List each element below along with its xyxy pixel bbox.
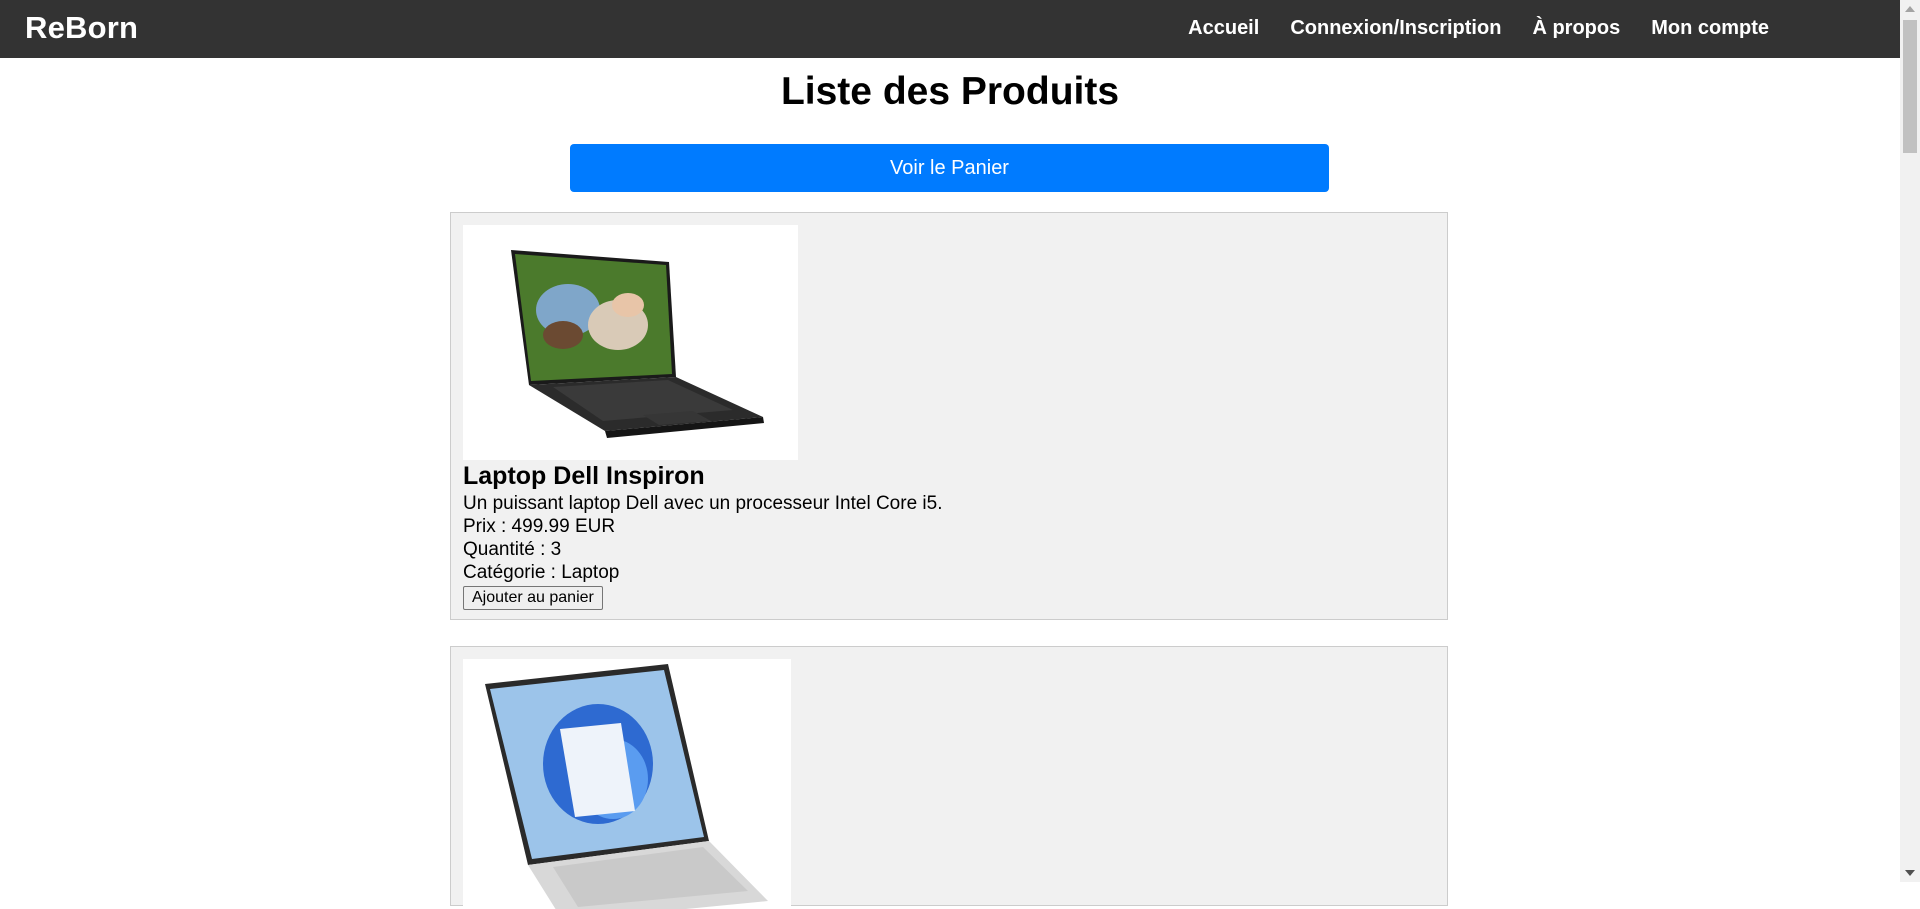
- product-price: Prix : 499.99 EUR: [463, 516, 616, 537]
- brand-logo[interactable]: ReBorn: [25, 10, 138, 46]
- nav-links: Accueil Connexion/Inscription À propos M…: [1188, 17, 1769, 40]
- view-cart-button[interactable]: Voir le Panier: [570, 144, 1329, 192]
- hp-laptop-photo: [463, 659, 791, 909]
- vertical-scrollbar[interactable]: [1900, 0, 1920, 882]
- product-quantity: Quantité : 3: [463, 539, 562, 560]
- nav-link-a-propos[interactable]: À propos: [1532, 17, 1620, 40]
- top-navbar: ReBorn Accueil Connexion/Inscription À p…: [0, 0, 1900, 58]
- add-to-cart-button[interactable]: Ajouter au panier: [463, 586, 603, 610]
- product-card: [450, 646, 1448, 909]
- nav-link-connexion[interactable]: Connexion/Inscription: [1290, 17, 1501, 40]
- scroll-up-arrow-icon[interactable]: [1905, 6, 1915, 12]
- product-name: Laptop Dell Inspiron: [463, 462, 705, 490]
- nav-link-mon-compte[interactable]: Mon compte: [1651, 17, 1769, 40]
- scrollbar-thumb[interactable]: [1903, 20, 1917, 153]
- product-category: Catégorie : Laptop: [463, 562, 620, 583]
- product-description: Un puissant laptop Dell avec un processe…: [463, 493, 943, 514]
- product-card: Laptop Dell Inspiron Un puissant laptop …: [450, 212, 1448, 620]
- dell-laptop-photo: [463, 225, 798, 460]
- page-title: Liste des Produits: [780, 70, 1120, 113]
- product-info: Laptop Dell Inspiron Un puissant laptop …: [463, 462, 942, 610]
- scroll-down-arrow-icon[interactable]: [1905, 870, 1915, 876]
- nav-link-accueil[interactable]: Accueil: [1188, 17, 1259, 40]
